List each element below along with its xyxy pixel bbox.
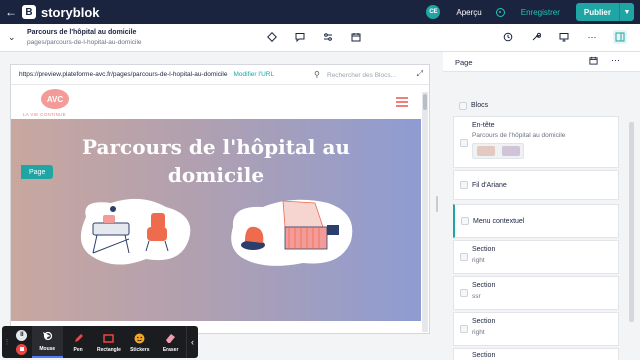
publish-button[interactable]: Publier bbox=[576, 3, 620, 21]
block-item[interactable]: Section right bbox=[453, 240, 619, 274]
settings-sliders-icon[interactable] bbox=[322, 31, 334, 43]
tool-label: Eraser bbox=[162, 347, 179, 353]
rectangle-icon bbox=[103, 331, 115, 345]
diamond-icon[interactable] bbox=[266, 31, 278, 43]
site-logo[interactable]: AVC bbox=[41, 89, 69, 109]
hero-section[interactable]: Parcours de l'hôpital au domicile bbox=[11, 119, 421, 321]
tool-pen[interactable]: Pen bbox=[63, 326, 94, 358]
sticker-icon bbox=[134, 331, 145, 345]
tool-mouse[interactable]: Mouse bbox=[31, 326, 63, 358]
chevron-down-icon[interactable]: ▼ bbox=[620, 9, 634, 16]
tool-rectangle[interactable]: Rectangle bbox=[94, 326, 125, 358]
block-label: Fil d'Ariane bbox=[472, 182, 507, 189]
edit-url-link[interactable]: Modifier l'URL bbox=[233, 71, 274, 78]
calendar-icon[interactable] bbox=[589, 56, 598, 67]
block-item[interactable]: Fil d'Ariane bbox=[453, 170, 619, 200]
tool-eraser[interactable]: Eraser bbox=[155, 326, 186, 358]
pause-icon[interactable]: II bbox=[16, 329, 28, 341]
brand-name: storyblok bbox=[41, 4, 100, 20]
save-button[interactable]: Enregistrer bbox=[521, 8, 560, 17]
storyblok-logo-icon: B bbox=[22, 5, 36, 19]
block-subtitle: ssr bbox=[472, 293, 481, 300]
cursor-icon bbox=[42, 330, 53, 344]
publish-button-group: Publier ▼ bbox=[575, 3, 634, 21]
hero-title: Parcours de l'hôpital au domicile bbox=[82, 135, 350, 187]
drag-handle-icon[interactable] bbox=[460, 139, 468, 147]
blocks-field: Blocs bbox=[453, 96, 619, 116]
hospital-illustration bbox=[80, 198, 191, 265]
site-header: AVC LA VIE CONTINUE bbox=[11, 85, 421, 119]
block-label: Section bbox=[472, 282, 496, 289]
block-subtitle: Parcours de l'hôpital au domicile bbox=[472, 132, 566, 139]
site-tagline: LA VIE CONTINUE bbox=[23, 112, 67, 117]
block-subtitle: right bbox=[472, 329, 485, 336]
drag-handle-icon[interactable] bbox=[460, 253, 468, 261]
calendar-icon[interactable] bbox=[350, 31, 362, 43]
selected-block-tag[interactable]: Page bbox=[21, 165, 54, 179]
preview-scrollbar[interactable] bbox=[422, 92, 428, 332]
panel-header: Page ⋯ bbox=[443, 52, 640, 72]
search-icon: ⚲ bbox=[314, 70, 320, 79]
blocks-label: Blocs bbox=[471, 102, 489, 109]
block-item[interactable]: Section right bbox=[453, 312, 619, 346]
drag-handle-icon[interactable] bbox=[461, 217, 469, 225]
tool-label: Mouse bbox=[39, 346, 56, 352]
collapse-chevron-icon[interactable]: ⌄ bbox=[8, 32, 16, 43]
preview-frame: https://preview.plateforme-avc.fr/pages/… bbox=[10, 64, 430, 334]
back-arrow-icon[interactable]: ← bbox=[0, 0, 22, 24]
block-item[interactable]: Section bbox=[453, 348, 619, 360]
preview-button[interactable]: Aperçu bbox=[456, 8, 481, 17]
more-dots-icon[interactable]: ⋯ bbox=[586, 31, 598, 43]
block-item[interactable]: Menu contextuel bbox=[453, 204, 619, 238]
block-label: Section bbox=[472, 352, 496, 359]
history-icon[interactable] bbox=[502, 31, 514, 43]
drag-handle-icon[interactable] bbox=[460, 325, 468, 333]
drag-handle-icon[interactable] bbox=[460, 289, 468, 297]
tool-stickers[interactable]: Stickers bbox=[124, 326, 155, 358]
drag-handle-icon[interactable] bbox=[459, 102, 467, 110]
block-subtitle: right bbox=[472, 257, 485, 264]
preview-scrollbar-thumb[interactable] bbox=[423, 94, 427, 110]
tool-label: Pen bbox=[73, 347, 83, 353]
status-circle-icon[interactable] bbox=[495, 7, 505, 17]
user-avatar[interactable]: CE bbox=[426, 5, 441, 19]
home-illustration bbox=[231, 199, 353, 266]
block-item[interactable]: Section ssr bbox=[453, 276, 619, 310]
wrench-icon[interactable] bbox=[530, 31, 542, 43]
blocks-panel: Page ⋯ Blocs En-tête Parcours de l'hôpit… bbox=[443, 52, 640, 360]
block-search-input[interactable]: Rechercher des Blocs... bbox=[327, 72, 396, 79]
story-header: ⌄ Parcours de l'hôpital au domicile page… bbox=[0, 24, 640, 52]
side-panel-toggle-icon[interactable] bbox=[613, 30, 627, 44]
drawing-toolbar: ⋮ II Mouse Pen Rectangle Stickers Eraser… bbox=[2, 326, 198, 358]
tool-label: Stickers bbox=[130, 347, 150, 353]
top-bar: ← B storyblok CE Aperçu Enregistrer Publ… bbox=[0, 0, 640, 24]
block-label: Section bbox=[472, 318, 496, 325]
story-title: Parcours de l'hôpital au domicile bbox=[27, 29, 137, 36]
monitor-icon[interactable] bbox=[558, 31, 570, 43]
story-slug: pages/parcours-de-l-hopital-au-domicile bbox=[27, 39, 142, 46]
block-thumbnails bbox=[472, 143, 524, 159]
comment-icon[interactable] bbox=[294, 31, 306, 43]
collapse-toolbar-icon[interactable]: ‹ bbox=[186, 326, 198, 358]
stop-icon[interactable] bbox=[16, 343, 28, 355]
panel-scrollbar[interactable] bbox=[629, 122, 634, 322]
eraser-icon bbox=[165, 331, 176, 345]
drag-handle-icon[interactable] bbox=[460, 181, 468, 189]
hamburger-menu-icon[interactable] bbox=[396, 97, 408, 109]
pen-icon bbox=[73, 331, 84, 345]
more-dots-icon[interactable]: ⋯ bbox=[611, 55, 620, 66]
block-label: En-tête bbox=[472, 122, 495, 129]
block-label: Section bbox=[472, 246, 496, 253]
block-label: Menu contextuel bbox=[473, 218, 525, 225]
expand-icon[interactable]: ⤢ bbox=[417, 69, 423, 79]
preview-url: https://preview.plateforme-avc.fr/pages/… bbox=[19, 71, 228, 78]
tool-label: Rectangle bbox=[97, 347, 121, 353]
block-item[interactable]: En-tête Parcours de l'hôpital au domicil… bbox=[453, 116, 619, 168]
drag-handle-icon[interactable]: ⋮ bbox=[2, 326, 12, 358]
panel-title: Page bbox=[455, 58, 473, 67]
panel-resize-handle[interactable] bbox=[436, 196, 438, 212]
